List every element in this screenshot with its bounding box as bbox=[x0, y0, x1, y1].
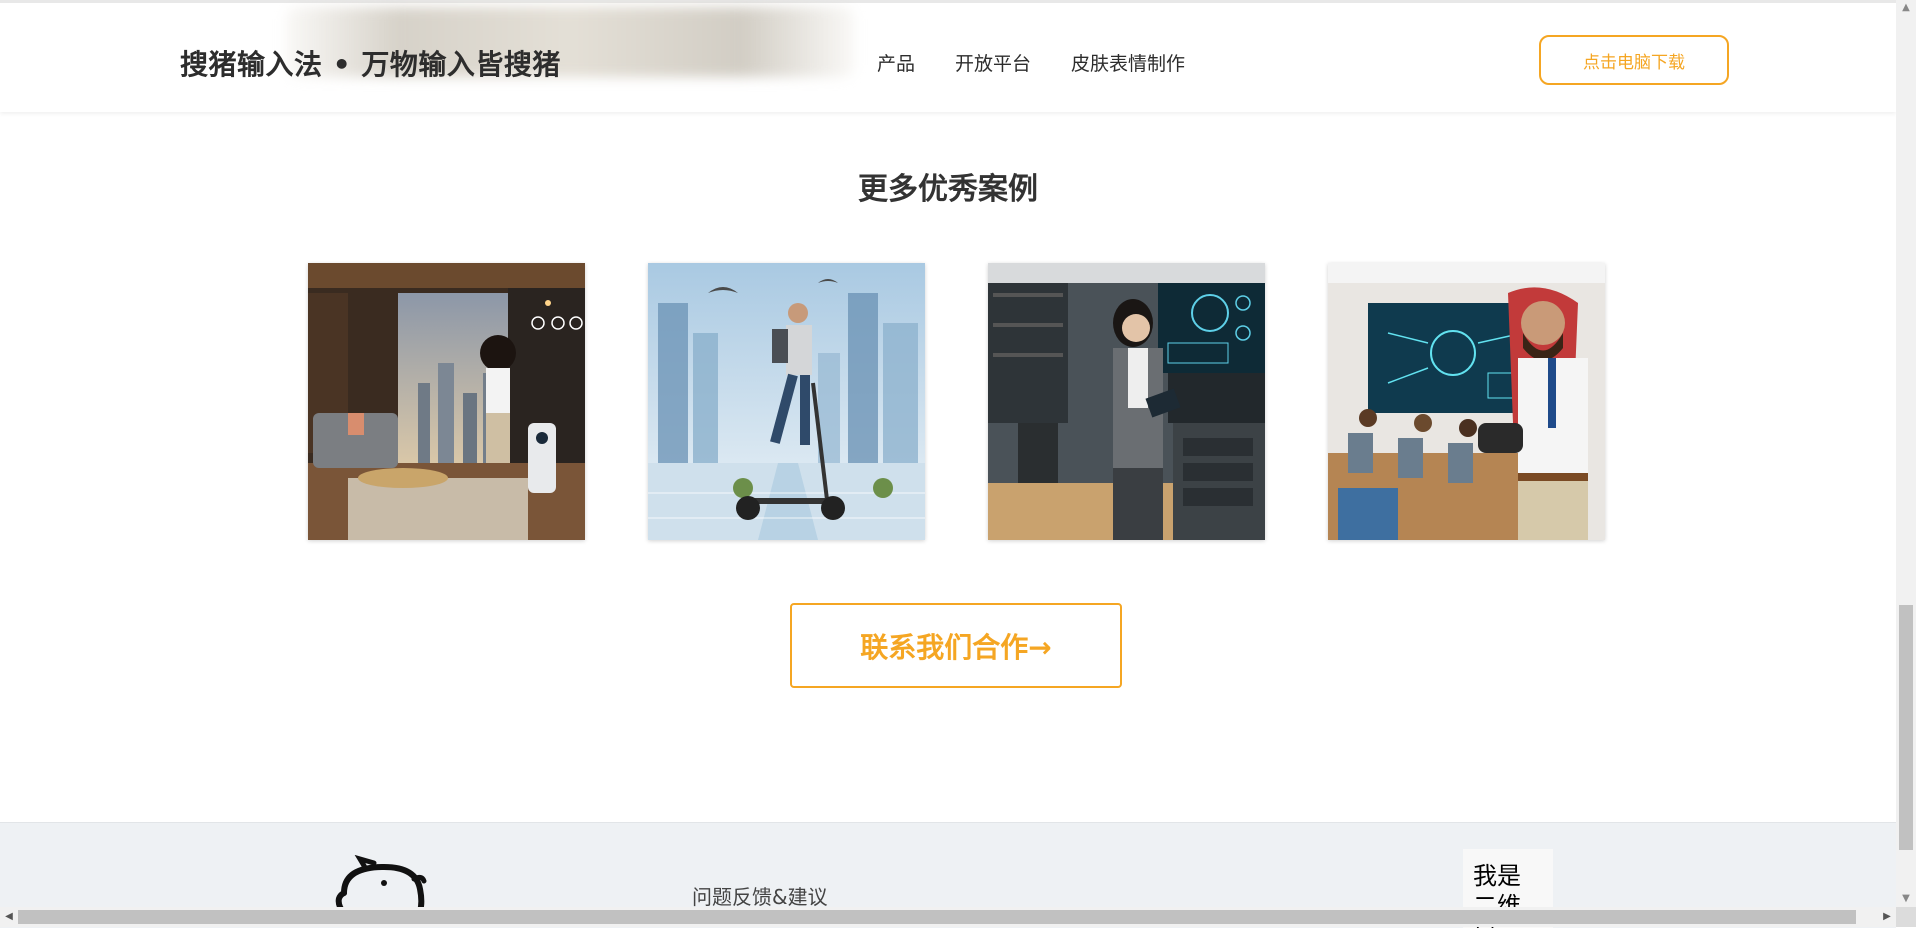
main-nav: 产品 开放平台 皮肤表情制作 bbox=[877, 49, 1225, 76]
triangle-right-icon[interactable]: ▶ bbox=[1878, 907, 1896, 927]
nav-item-skin-emoji[interactable]: 皮肤表情制作 bbox=[1071, 49, 1185, 76]
case-gallery bbox=[308, 263, 1605, 540]
brand-title[interactable]: 搜猪输入法 • 万物输入皆搜猪 bbox=[180, 43, 561, 83]
triangle-left-icon[interactable]: ◀ bbox=[0, 907, 18, 927]
contact-us-button[interactable]: 联系我们合作→ bbox=[790, 603, 1122, 688]
vertical-scrollbar[interactable]: ▲ ▼ bbox=[1896, 0, 1916, 907]
scrollbar-corner bbox=[1896, 907, 1916, 927]
case-image-smart-mobility[interactable] bbox=[648, 263, 925, 540]
nav-item-open-platform[interactable]: 开放平台 bbox=[955, 49, 1031, 76]
case-image-smart-office[interactable] bbox=[988, 263, 1265, 540]
horizontal-scrollbar[interactable]: ◀ ▶ bbox=[0, 907, 1896, 927]
triangle-up-icon[interactable]: ▲ bbox=[1896, 0, 1916, 16]
nav-item-products[interactable]: 产品 bbox=[877, 49, 915, 76]
case-image-smart-home[interactable] bbox=[308, 263, 585, 540]
feedback-link[interactable]: 问题反馈&建议 bbox=[692, 881, 828, 910]
case-image-smart-education[interactable] bbox=[1328, 263, 1605, 540]
site-header: 搜猪输入法 • 万物输入皆搜猪 产品 开放平台 皮肤表情制作 点击电脑下载 bbox=[0, 0, 1896, 112]
triangle-down-icon[interactable]: ▼ bbox=[1896, 891, 1916, 907]
horizontal-scroll-thumb[interactable] bbox=[18, 910, 1856, 924]
section-title: 更多优秀案例 bbox=[858, 172, 1038, 207]
pc-download-button[interactable]: 点击电脑下载 bbox=[1539, 35, 1729, 85]
vertical-scroll-thumb[interactable] bbox=[1899, 605, 1913, 850]
